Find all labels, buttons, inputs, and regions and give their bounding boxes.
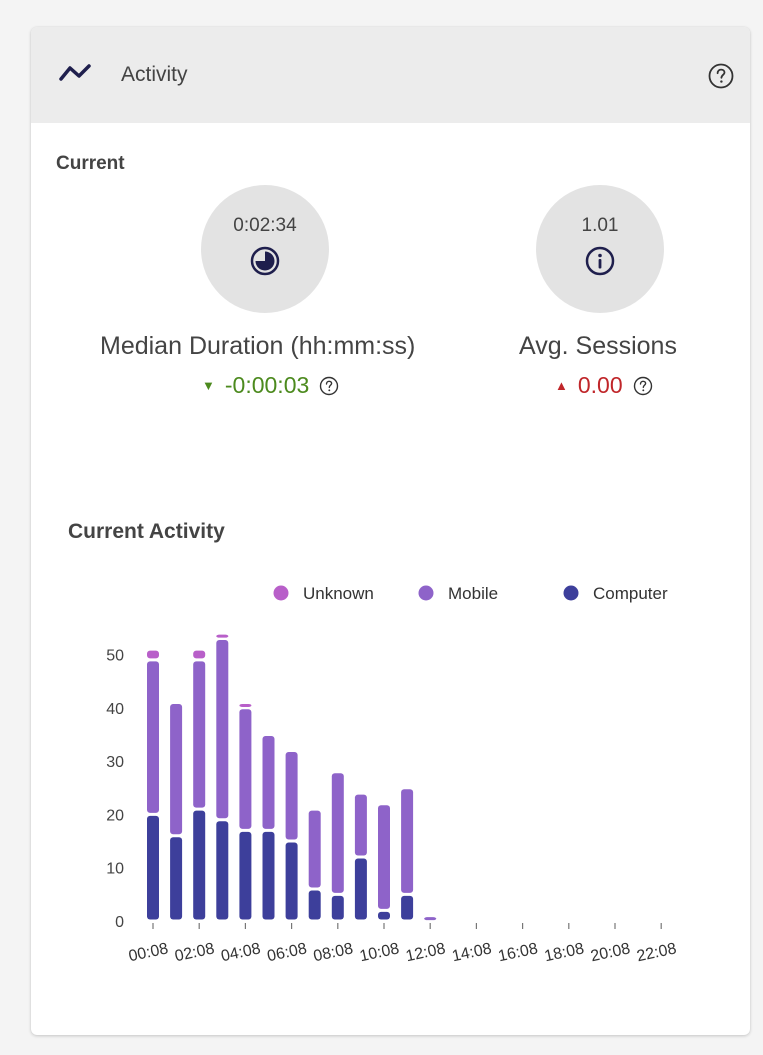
- x-tick-label: 00:08: [127, 940, 170, 965]
- x-tick-label: 08:08: [312, 940, 355, 965]
- bar-computer: [216, 821, 229, 920]
- y-tick-label: 10: [106, 861, 124, 878]
- x-tick-label: 04:08: [220, 940, 263, 965]
- x-tick-label: 12:08: [404, 940, 447, 965]
- bar-computer: [401, 895, 414, 920]
- bar-mobile: [239, 709, 252, 829]
- bar-computer: [147, 815, 159, 920]
- legend-marker-unknown: [273, 585, 289, 601]
- bar-computer: [285, 842, 298, 920]
- y-tick-label: 40: [106, 701, 124, 718]
- bar-mobile: [285, 751, 298, 840]
- bar-computer: [262, 831, 275, 920]
- legend-marker-computer: [563, 585, 579, 601]
- bar-mobile: [378, 805, 390, 909]
- bar-unknown: [147, 650, 159, 659]
- bar-computer: [193, 810, 206, 920]
- bar-mobile: [216, 640, 229, 819]
- bar-mobile: [308, 810, 321, 888]
- legend-label-mobile: Mobile: [448, 584, 498, 603]
- bar-mobile: [193, 661, 206, 808]
- bar-mobile: [262, 735, 275, 829]
- x-tick-label: 20:08: [589, 940, 632, 965]
- bar-computer: [170, 837, 183, 920]
- bar-mobile: [147, 661, 159, 813]
- activity-card: Activity Current 0:02:34 Median Duration…: [31, 27, 750, 1035]
- bar-mobile: [170, 703, 183, 835]
- bar-computer: [239, 831, 252, 920]
- legend-marker-mobile: [418, 585, 434, 601]
- legend-label-computer: Computer: [593, 584, 668, 603]
- bar-unknown: [239, 703, 252, 707]
- bar-computer: [308, 890, 321, 920]
- x-tick-label: 16:08: [497, 940, 540, 965]
- y-tick-label: 30: [106, 754, 124, 771]
- bar-mobile: [331, 773, 344, 893]
- y-tick-label: 20: [106, 807, 124, 824]
- bar-computer: [354, 858, 367, 920]
- x-tick-label: 02:08: [173, 940, 216, 965]
- y-tick-label: 0: [115, 914, 124, 931]
- x-tick-label: 10:08: [358, 940, 401, 965]
- legend-label-unknown: Unknown: [303, 584, 374, 603]
- bar-mobile: [401, 789, 414, 893]
- bar-computer: [378, 911, 390, 920]
- x-tick-label: 14:08: [451, 940, 494, 965]
- bar-computer: [331, 895, 344, 920]
- bar-unknown: [193, 650, 206, 659]
- bar-mobile: [424, 917, 437, 921]
- y-tick-label: 50: [106, 648, 124, 665]
- x-tick-label: 18:08: [543, 940, 586, 965]
- bar-unknown: [216, 634, 229, 638]
- x-tick-label: 22:08: [635, 940, 678, 965]
- bar-mobile: [354, 794, 367, 856]
- activity-chart: 0 10 20 30 40 50 00:08 02:08 04:08 06:08 08:08 10:0…: [106, 584, 678, 965]
- x-tick-label: 06:08: [266, 940, 309, 965]
